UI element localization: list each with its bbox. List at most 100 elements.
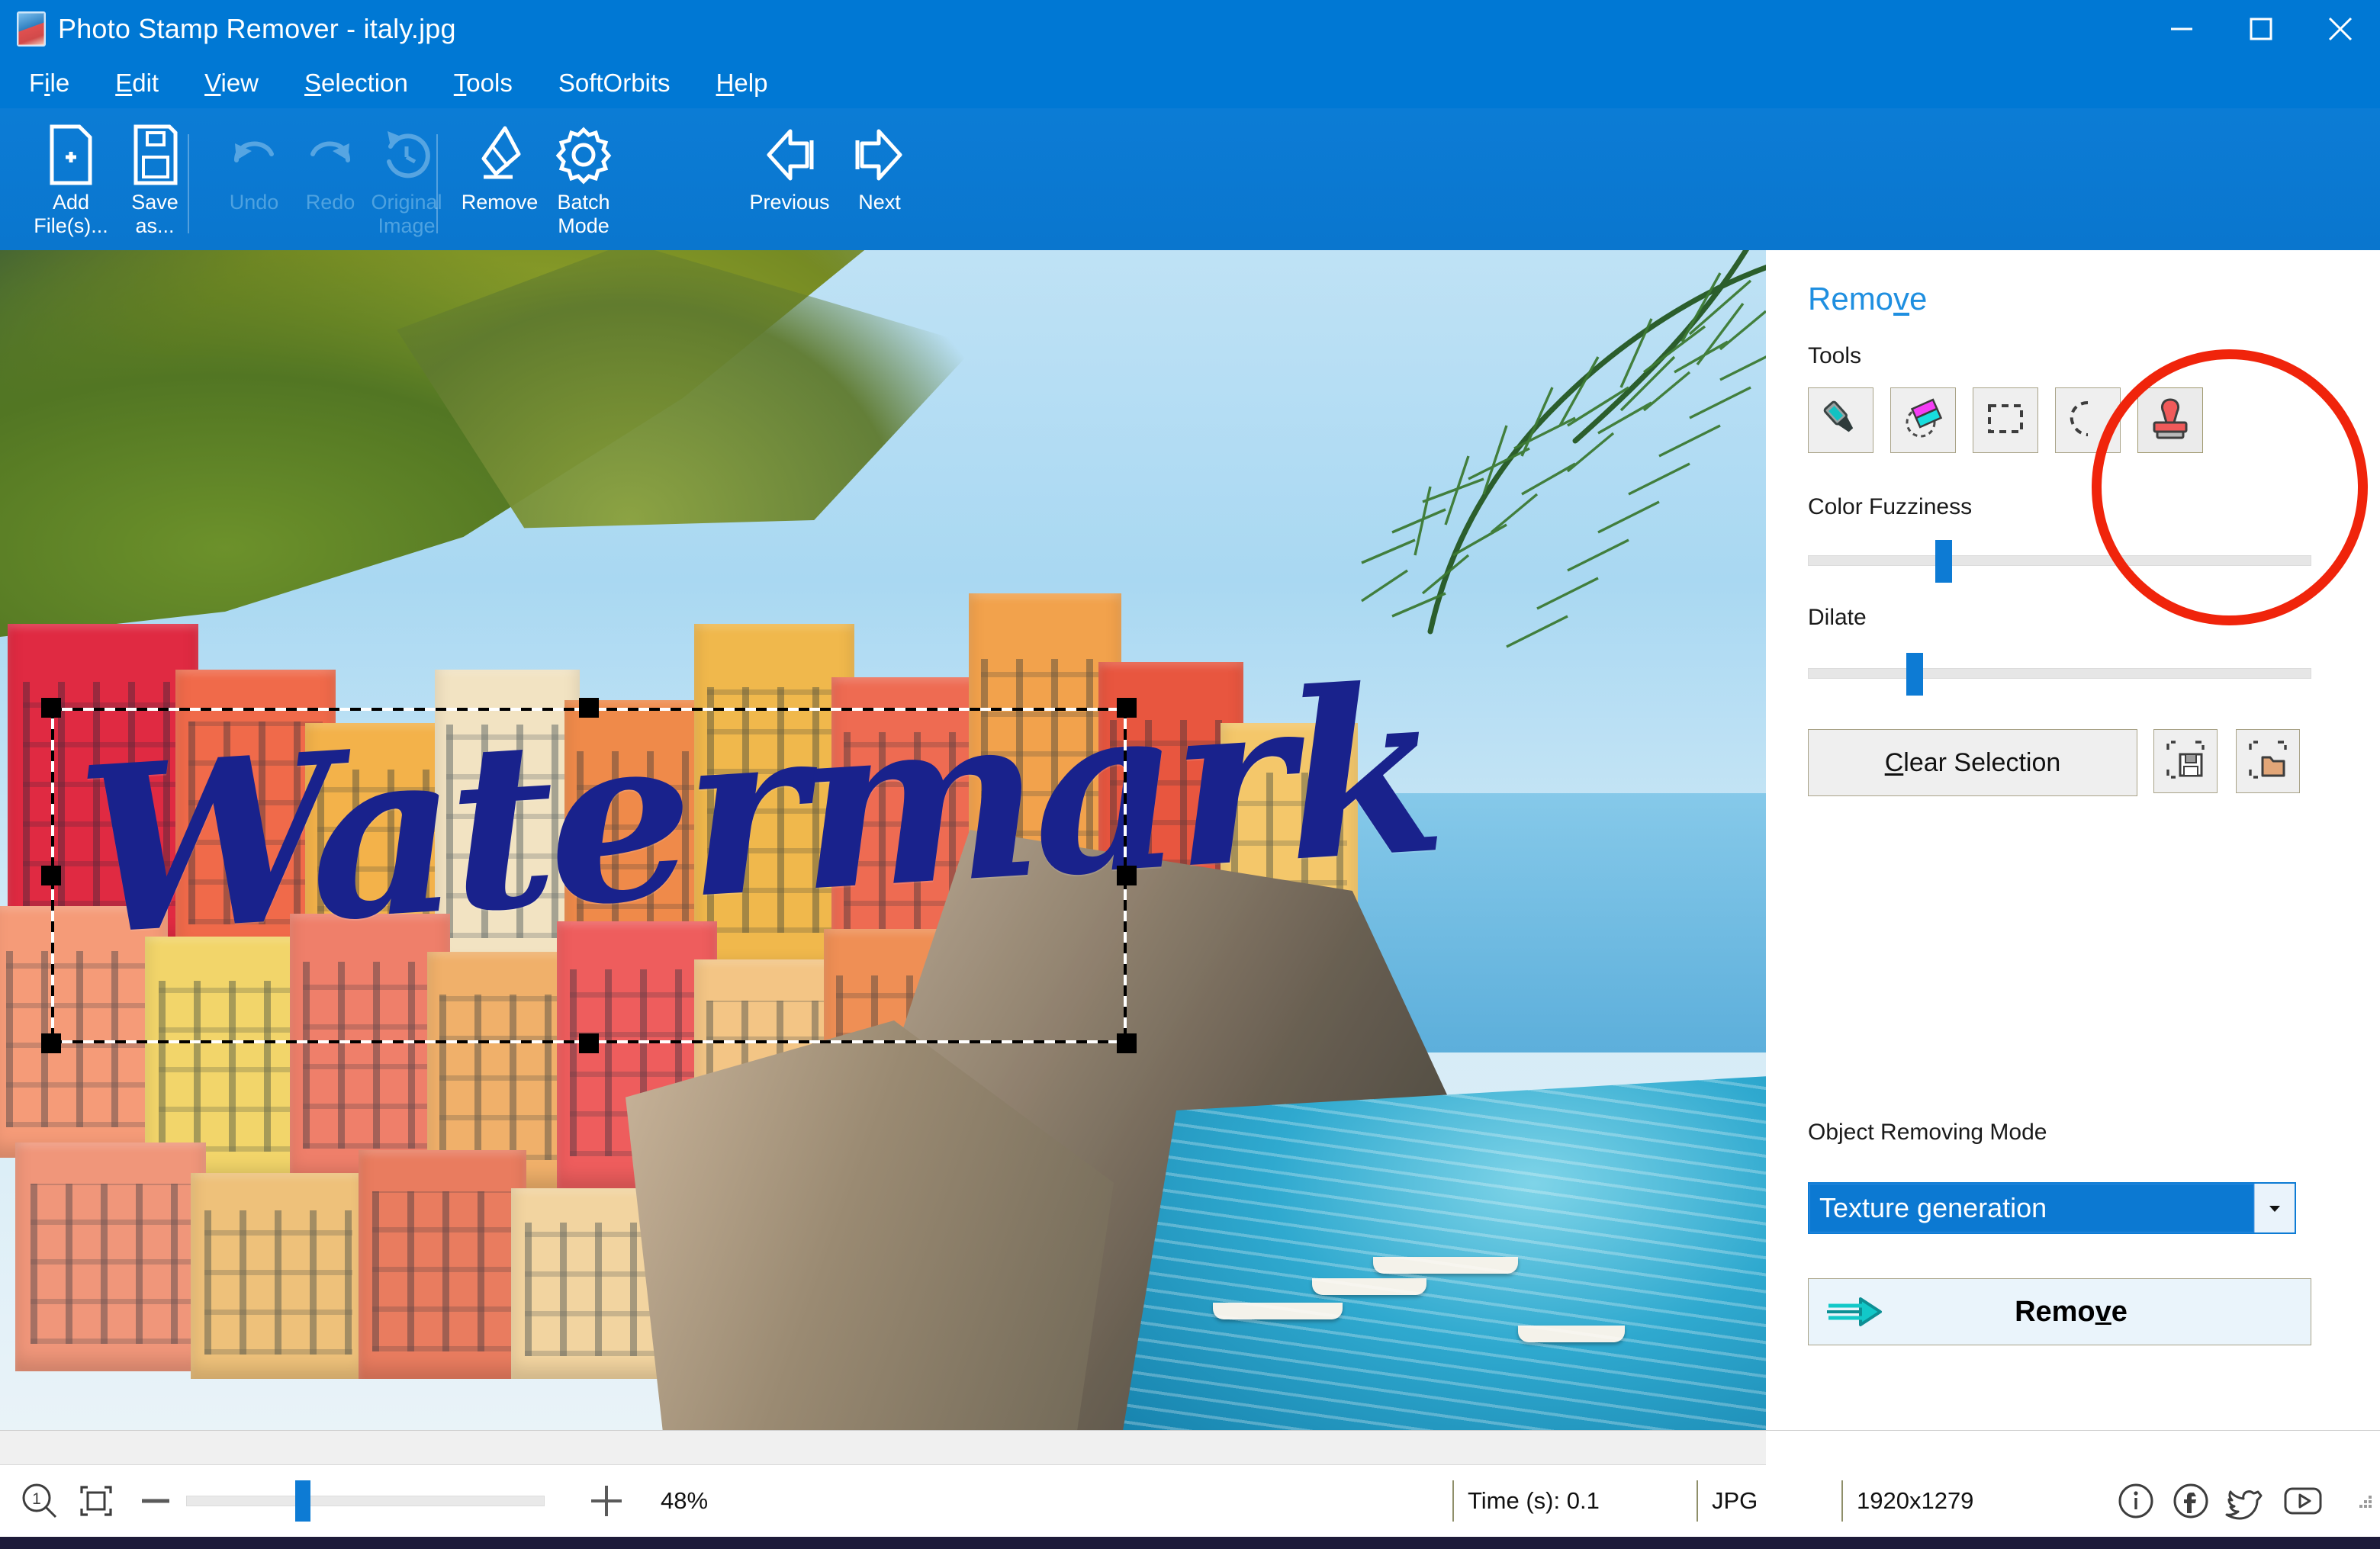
load-selection-button[interactable] bbox=[2236, 729, 2300, 793]
toolbar-button-batch-mode[interactable]: Batch Mode bbox=[526, 122, 641, 246]
remove-button-label-pre: Remo bbox=[2015, 1295, 2095, 1328]
stamp-tool-button[interactable] bbox=[2137, 387, 2203, 453]
desktop-taskbar-edge bbox=[0, 1537, 2380, 1549]
toolbar-button-next[interactable]: Next bbox=[822, 122, 937, 246]
menu-item-tools[interactable]: Tools bbox=[454, 69, 513, 98]
rectangle-select-tool-button[interactable] bbox=[1973, 387, 2038, 453]
menu-mnemonic: S bbox=[304, 69, 322, 97]
dilate-slider[interactable] bbox=[1808, 653, 2311, 696]
marquee-icon bbox=[1982, 395, 2029, 446]
boat bbox=[1213, 1303, 1343, 1319]
youtube-icon[interactable] bbox=[2273, 1480, 2333, 1522]
info-icon[interactable] bbox=[2108, 1480, 2163, 1522]
menu-label-rest: election bbox=[321, 69, 408, 97]
minimize-button[interactable] bbox=[2142, 0, 2221, 58]
toolbar-label-line1: Add bbox=[52, 191, 90, 214]
dilate-label: Dilate bbox=[1808, 605, 1867, 630]
zoom-actual-size-icon[interactable]: 1 bbox=[12, 1481, 67, 1521]
selection-handle-n[interactable] bbox=[579, 698, 599, 718]
panel-title-remove: Remove bbox=[1808, 281, 1927, 317]
dilate-thumb[interactable] bbox=[1906, 653, 1923, 696]
selection-handle-w[interactable] bbox=[41, 866, 61, 885]
menu-item-selection[interactable]: Selection bbox=[304, 69, 408, 98]
window-title: Photo Stamp Remover - italy.jpg bbox=[58, 13, 456, 44]
selection-handle-ne[interactable] bbox=[1117, 698, 1137, 718]
boat bbox=[1373, 1257, 1518, 1274]
menu-label-rest: iew bbox=[220, 69, 259, 97]
menu-mnemonic: i bbox=[44, 69, 50, 97]
object-removing-mode-select[interactable]: Texture generation bbox=[1808, 1182, 2296, 1234]
zoom-in-button[interactable] bbox=[572, 1480, 641, 1522]
zoom-level-value: 48% bbox=[661, 1487, 709, 1514]
remove-button-mnemonic: v bbox=[2095, 1295, 2111, 1328]
app-icon bbox=[17, 11, 46, 47]
toolbar-label-line2: Image bbox=[378, 214, 436, 237]
file-format-label: JPG bbox=[1712, 1487, 1758, 1514]
toolbar-separator bbox=[436, 134, 438, 233]
menu-label: F bbox=[29, 69, 45, 97]
zoom-slider[interactable] bbox=[186, 1480, 545, 1522]
toolbar-label-line1: Previous bbox=[749, 191, 830, 214]
processing-time-label: Time (s): 0.1 bbox=[1468, 1487, 1600, 1514]
menu-mnemonic: E bbox=[115, 69, 133, 97]
menu-item-help[interactable]: Help bbox=[716, 69, 768, 98]
eraser-tool-button[interactable] bbox=[1890, 387, 1956, 453]
selection-rectangle[interactable] bbox=[41, 698, 1137, 1053]
menu-bar: File Edit View Selection Tools SoftOrbit… bbox=[0, 58, 2380, 108]
toolbar-button-save-as[interactable]: Save as... bbox=[98, 122, 212, 246]
stamp-icon bbox=[2145, 394, 2195, 448]
image-canvas[interactable]: Watermark bbox=[0, 250, 1766, 1430]
save-selection-button[interactable] bbox=[2153, 729, 2218, 793]
selection-handle-nw[interactable] bbox=[41, 698, 61, 718]
clear-selection-button[interactable]: Clear Selection bbox=[1808, 729, 2137, 796]
title-bar: Photo Stamp Remover - italy.jpg bbox=[0, 0, 2380, 58]
menu-item-edit[interactable]: Edit bbox=[115, 69, 159, 98]
menu-mnemonic: V bbox=[204, 69, 221, 97]
chevron-down-icon[interactable] bbox=[2254, 1184, 2295, 1232]
clear-selection-mnemonic: C bbox=[1884, 747, 1904, 777]
toolbar-label-line1: Save bbox=[131, 191, 178, 214]
resize-grip-icon[interactable] bbox=[2349, 1490, 2380, 1512]
facebook-icon[interactable] bbox=[2163, 1480, 2218, 1522]
maximize-button[interactable] bbox=[2221, 0, 2301, 58]
remove-button[interactable]: Remove bbox=[1808, 1278, 2311, 1345]
panel-title-post: e bbox=[1909, 281, 1928, 317]
color-fuzziness-thumb[interactable] bbox=[1935, 540, 1952, 583]
color-fuzziness-slider[interactable] bbox=[1808, 540, 2311, 583]
arrow-right-icon bbox=[1809, 1294, 1900, 1329]
close-button[interactable] bbox=[2301, 0, 2380, 58]
toolbar-label-line1: Redo bbox=[305, 191, 355, 214]
toolbar-label-line1: Original bbox=[371, 191, 442, 214]
menu-item-file[interactable]: File bbox=[29, 69, 69, 98]
selection-handle-e[interactable] bbox=[1117, 866, 1137, 885]
menu-label-rest: elp bbox=[734, 69, 768, 97]
toolbar-label-line2: as... bbox=[135, 214, 175, 237]
application-window: Photo Stamp Remover - italy.jpg File Edi… bbox=[0, 0, 2380, 1549]
toolbar-label-line1: Batch bbox=[557, 191, 610, 214]
zoom-slider-thumb[interactable] bbox=[295, 1480, 310, 1522]
menu-label-rest: ools bbox=[466, 69, 513, 97]
toolbar-label-line1: Undo bbox=[229, 191, 279, 214]
twitter-icon[interactable] bbox=[2218, 1480, 2273, 1522]
status-bar-spacer bbox=[0, 1431, 1766, 1465]
menu-label-rest: le bbox=[50, 69, 70, 97]
selection-handle-sw[interactable] bbox=[41, 1033, 61, 1053]
status-divider bbox=[1697, 1480, 1698, 1522]
save-icon bbox=[128, 122, 182, 188]
marker-tool-button[interactable] bbox=[1808, 387, 1873, 453]
toolbar-label-line2: Mode bbox=[558, 214, 609, 237]
svg-text:1: 1 bbox=[32, 1490, 41, 1508]
status-divider bbox=[1841, 1480, 1843, 1522]
lasso-icon bbox=[2064, 395, 2111, 446]
fit-to-window-icon[interactable] bbox=[67, 1481, 125, 1521]
selection-handle-s[interactable] bbox=[579, 1033, 599, 1053]
color-fuzziness-label: Color Fuzziness bbox=[1808, 494, 1973, 519]
lasso-tool-button[interactable] bbox=[2055, 387, 2121, 453]
object-removing-mode-label: Object Removing Mode bbox=[1808, 1120, 2047, 1145]
remove-button-label-wrap: Remove bbox=[1900, 1296, 2311, 1329]
selection-handle-se[interactable] bbox=[1117, 1033, 1137, 1053]
zoom-out-button[interactable] bbox=[125, 1481, 186, 1521]
menu-item-softorbits[interactable]: SoftOrbits bbox=[558, 69, 671, 98]
menu-item-view[interactable]: View bbox=[204, 69, 259, 98]
menu-label: SoftOrbits bbox=[558, 69, 671, 97]
